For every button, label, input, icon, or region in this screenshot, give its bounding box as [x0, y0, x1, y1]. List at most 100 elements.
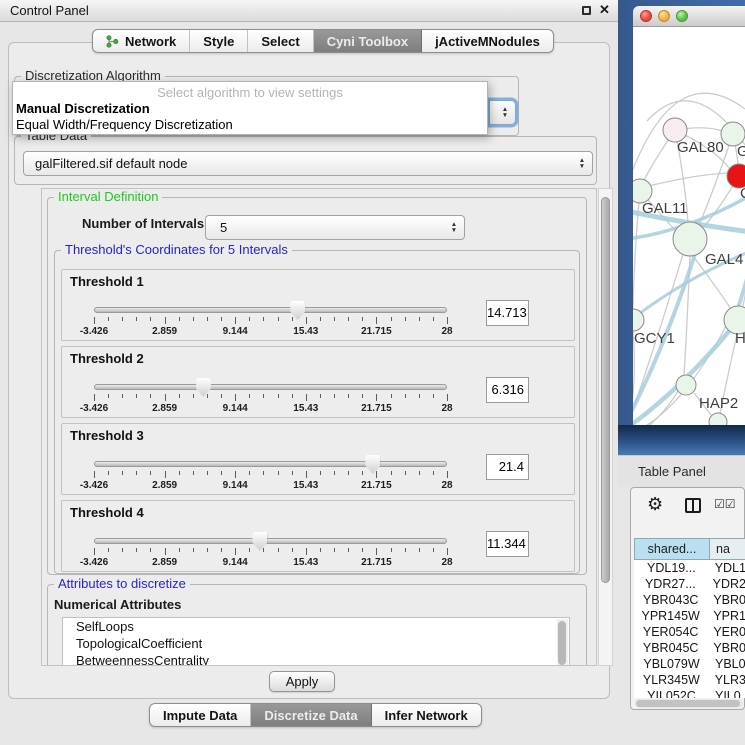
cell-shared-name[interactable]: YPR145W — [634, 608, 707, 624]
threshold-value-field[interactable]: 6.316 — [486, 377, 529, 403]
table-row[interactable]: YPR145WYPR1 — [634, 608, 745, 624]
cell-name[interactable]: YBL0 — [709, 656, 745, 672]
float-window-icon[interactable] — [582, 6, 591, 15]
traffic-minimize-button[interactable] — [658, 10, 670, 22]
numerical-attributes-list[interactable]: SelfLoopsTopologicalCoefficientBetweenne… — [62, 617, 570, 666]
split-columns-icon[interactable] — [685, 498, 701, 513]
table-row[interactable]: YLR345WYLR3 — [634, 672, 745, 688]
dropdown-prompt-item[interactable]: Select algorithm to view settings — [13, 85, 487, 100]
cell-name[interactable]: YBR0 — [707, 640, 745, 656]
network-node-label[interactable]: H — [735, 330, 745, 347]
table-data-combobox[interactable]: galFiltered.sif default node ▲▼ — [23, 151, 593, 176]
network-node-label[interactable]: GAL4 — [705, 251, 743, 268]
cell-name[interactable]: YIL0 — [709, 688, 741, 698]
network-node[interactable] — [673, 222, 707, 256]
attribute-list-item[interactable]: TopologicalCoefficient — [63, 635, 569, 652]
tab-style[interactable]: Style — [190, 30, 248, 52]
traffic-zoom-button[interactable] — [676, 10, 688, 22]
cell-shared-name[interactable]: YDL19... — [634, 560, 709, 576]
cell-name[interactable]: YBR0 — [707, 592, 745, 608]
minor-tick — [150, 471, 151, 475]
gear-icon[interactable]: ⚙ — [647, 494, 663, 515]
slider-thumb[interactable] — [365, 455, 380, 474]
tab-network[interactable]: Network — [93, 30, 190, 52]
checkboxes-icon[interactable]: ☑☑ — [714, 497, 736, 511]
table-row[interactable]: YBR045CYBR0 — [634, 640, 745, 656]
table-row[interactable]: YER054CYER0 — [634, 624, 745, 640]
attributes-list-scrollbar[interactable] — [557, 619, 568, 666]
table-horizontal-scrollbar[interactable] — [635, 699, 743, 708]
network-node-label[interactable]: C — [740, 185, 745, 202]
table-row[interactable]: YIL052CYIL0 — [634, 688, 745, 698]
minor-tick — [179, 317, 180, 321]
tick-label: -3.426 — [80, 403, 108, 414]
tab-jactivemnodules[interactable]: jActiveMNodules — [422, 30, 553, 52]
dropdown-option-manual[interactable]: Manual Discretization — [16, 101, 150, 116]
major-tick — [94, 394, 95, 401]
cell-name[interactable]: YDR2 — [707, 576, 745, 592]
cell-shared-name[interactable]: YBR043C — [634, 592, 707, 608]
tab-select[interactable]: Select — [248, 30, 313, 52]
table-row[interactable]: YDL19...YDL1 — [634, 560, 745, 576]
network-node-label[interactable]: HAP2 — [699, 395, 738, 412]
cell-name[interactable]: YLR3 — [709, 672, 745, 688]
network-node-label[interactable]: G — [737, 143, 745, 160]
network-node[interactable] — [676, 375, 696, 395]
attribute-list-item[interactable]: SelfLoops — [63, 618, 569, 635]
network-node-label[interactable]: GAL80 — [677, 139, 724, 156]
cell-name[interactable]: YER0 — [707, 624, 745, 640]
threshold-value-field[interactable]: 11.344 — [486, 531, 529, 557]
algorithm-combobox[interactable]: ▲▼ — [489, 100, 516, 125]
minor-tick — [362, 548, 363, 552]
major-tick — [306, 394, 307, 401]
minor-tick — [207, 471, 208, 475]
slider-track[interactable] — [94, 307, 447, 313]
cell-name[interactable]: YPR1 — [707, 608, 745, 624]
threshold-value-field[interactable]: 14.713 — [486, 300, 529, 326]
slider-track[interactable] — [94, 461, 447, 467]
slider-thumb[interactable] — [252, 532, 267, 551]
tab-infer-network[interactable]: Infer Network — [372, 704, 481, 726]
slider-track[interactable] — [94, 384, 447, 390]
tab-cyni-toolbox[interactable]: Cyni Toolbox — [314, 30, 422, 52]
node-table-body[interactable]: YDL19...YDL1YDR27...YDR2YBR043CYBR0YPR14… — [634, 560, 745, 698]
scrollbar-thumb[interactable] — [558, 621, 566, 665]
apply-button[interactable]: Apply — [269, 671, 335, 692]
network-node[interactable] — [709, 413, 727, 425]
table-row[interactable]: YBL079WYBL0 — [634, 656, 745, 672]
tick-label: -3.426 — [80, 480, 108, 491]
tab-discretize-data[interactable]: Discretize Data — [251, 704, 371, 726]
scrollbar-thumb[interactable] — [601, 197, 610, 583]
dropdown-option-equal-width[interactable]: Equal Width/Frequency Discretization — [16, 117, 233, 132]
minor-tick — [179, 394, 180, 398]
cell-name[interactable]: YDL1 — [709, 560, 745, 576]
tab-label: jActiveMNodules — [435, 34, 540, 49]
number-of-intervals-spinner[interactable]: 5 ▲▼ — [205, 215, 465, 240]
traffic-close-button[interactable] — [640, 10, 652, 22]
major-tick — [165, 394, 166, 401]
attribute-list-item[interactable]: BetweennessCentrality — [63, 652, 569, 666]
cell-shared-name[interactable]: YDR27... — [634, 576, 707, 592]
slider-track[interactable] — [94, 538, 447, 544]
minor-tick — [193, 471, 194, 475]
cell-shared-name[interactable]: YLR345W — [634, 672, 709, 688]
table-row[interactable]: YBR043CYBR0 — [634, 592, 745, 608]
network-view-canvas[interactable]: GAL80 G C GAL11 GAL4 GCY1 H HAP2 — [633, 27, 745, 425]
close-icon[interactable]: ✕ — [599, 2, 610, 18]
scrollbar-thumb[interactable] — [636, 700, 740, 707]
network-node-label[interactable]: GAL11 — [642, 200, 688, 217]
column-header-shared-name[interactable]: shared... — [634, 538, 710, 560]
minor-tick — [249, 394, 250, 398]
cell-shared-name[interactable]: YBR045C — [634, 640, 707, 656]
tab-impute-data[interactable]: Impute Data — [150, 704, 251, 726]
panel-vertical-scrollbar[interactable] — [598, 188, 613, 666]
network-window-titlebar[interactable] — [633, 6, 745, 27]
cell-shared-name[interactable]: YIL052C — [634, 688, 709, 698]
table-row[interactable]: YDR27...YDR2 — [634, 576, 745, 592]
slider-thumb[interactable] — [196, 378, 211, 397]
cell-shared-name[interactable]: YER054C — [634, 624, 707, 640]
network-node-label[interactable]: GCY1 — [634, 330, 675, 347]
cell-shared-name[interactable]: YBL079W — [634, 656, 709, 672]
threshold-value-field[interactable]: 21.4 — [486, 454, 529, 480]
column-header-name[interactable]: na — [709, 538, 745, 560]
